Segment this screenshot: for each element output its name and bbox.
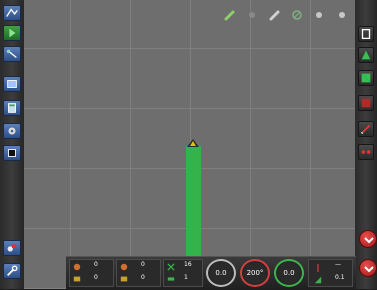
tractor-line-icon xyxy=(6,49,17,59)
status-cell-4-top: — xyxy=(335,261,341,268)
red-square-button[interactable] xyxy=(358,95,374,111)
status-cell-1-bottom: 0 xyxy=(94,274,98,281)
screen-layout-icon xyxy=(7,80,17,88)
map-view-button[interactable] xyxy=(3,5,21,21)
calculator-button[interactable] xyxy=(3,100,21,116)
dot-grey-button[interactable] xyxy=(245,7,259,21)
sprayer-icon xyxy=(73,263,81,271)
settings-button[interactable] xyxy=(3,123,21,139)
pencil-grey-button[interactable] xyxy=(268,7,282,21)
pencil-grey-icon xyxy=(269,10,280,21)
guidance-play-button[interactable] xyxy=(3,25,21,41)
red-square-icon xyxy=(361,98,371,108)
pen-draw-button[interactable] xyxy=(358,121,374,137)
map-view-icon xyxy=(6,8,18,17)
status-cell-1[interactable]: 0 0 xyxy=(69,259,114,287)
green-flag-button[interactable] xyxy=(358,70,374,86)
satellite-button[interactable] xyxy=(290,7,304,21)
heading-gauge[interactable]: 200° xyxy=(240,259,270,287)
cross-track-gauge[interactable]: 0.0 xyxy=(274,259,304,287)
lightbar-icon xyxy=(361,150,371,154)
left-toolbar xyxy=(0,0,24,289)
status-cell-4[interactable]: — 0.1 xyxy=(308,259,353,287)
zoom-out-red-icon xyxy=(364,237,374,244)
area-icon xyxy=(73,276,81,282)
satellite-count-icon xyxy=(167,277,175,281)
cross-track-gauge-value: 0.0 xyxy=(283,269,295,277)
status-cell-1-top: 0 xyxy=(94,261,98,268)
calculator-icon xyxy=(8,103,16,113)
status-cell-3[interactable]: 16 1 xyxy=(163,259,203,287)
dot-grey-icon-2 xyxy=(316,12,322,18)
guidance-play-icon xyxy=(9,28,16,38)
tools-button[interactable] xyxy=(3,263,21,279)
field-boundary-icon xyxy=(361,28,371,40)
status-bar: 0 0 0 0 16 1 0.0 200° 0.0 — 0.1 xyxy=(66,256,356,290)
record-button[interactable] xyxy=(3,145,21,161)
vehicle-config-icon xyxy=(7,244,17,252)
heading-gauge-value: 200° xyxy=(246,269,264,277)
record-stop-icon xyxy=(8,149,16,157)
tractor-icon xyxy=(187,139,199,147)
settings-gear-icon xyxy=(8,127,16,135)
green-flag-icon xyxy=(361,73,371,83)
screen-layout-button[interactable] xyxy=(3,76,21,92)
pencil-green-button[interactable] xyxy=(223,7,237,21)
status-cell-2-bottom: 0 xyxy=(141,274,145,281)
satellite-icon xyxy=(292,10,302,20)
wrench-icon xyxy=(7,265,18,276)
dot-grey-icon-3 xyxy=(339,12,345,18)
pencil-green-icon xyxy=(224,10,235,21)
nudge-down-button[interactable] xyxy=(359,259,377,277)
coverage-path xyxy=(186,146,201,256)
dot-grey-icon xyxy=(249,12,255,18)
status-cell-2[interactable]: 0 0 xyxy=(116,259,161,287)
status-cell-3-top: 16 xyxy=(184,261,192,268)
dot-grey-button-2[interactable] xyxy=(312,7,326,21)
volume-icon xyxy=(120,276,128,282)
nudge-down-red-icon xyxy=(364,266,374,273)
lightbar-button[interactable] xyxy=(358,144,374,160)
dot-grey-button-3[interactable] xyxy=(335,7,349,21)
guidance-arrow-icon xyxy=(314,276,322,284)
vehicle-config-button[interactable] xyxy=(3,240,21,256)
status-cell-2-top: 0 xyxy=(141,261,145,268)
zoom-out-button[interactable] xyxy=(359,230,377,248)
status-cell-4-bottom: 0.1 xyxy=(335,274,345,281)
field-boundary-button[interactable] xyxy=(358,26,374,42)
speed-gauge-value: 0.0 xyxy=(215,269,227,277)
green-marker-button[interactable] xyxy=(358,47,374,63)
sections-icon xyxy=(167,263,175,271)
speed-gauge[interactable]: 0.0 xyxy=(206,259,236,287)
rate-icon xyxy=(120,263,128,271)
pen-draw-icon xyxy=(361,124,371,134)
status-cell-3-bottom: 1 xyxy=(184,274,188,281)
steering-indicator-icon xyxy=(317,264,319,272)
tractor-line-button[interactable] xyxy=(3,46,21,62)
green-marker-icon xyxy=(361,50,371,60)
